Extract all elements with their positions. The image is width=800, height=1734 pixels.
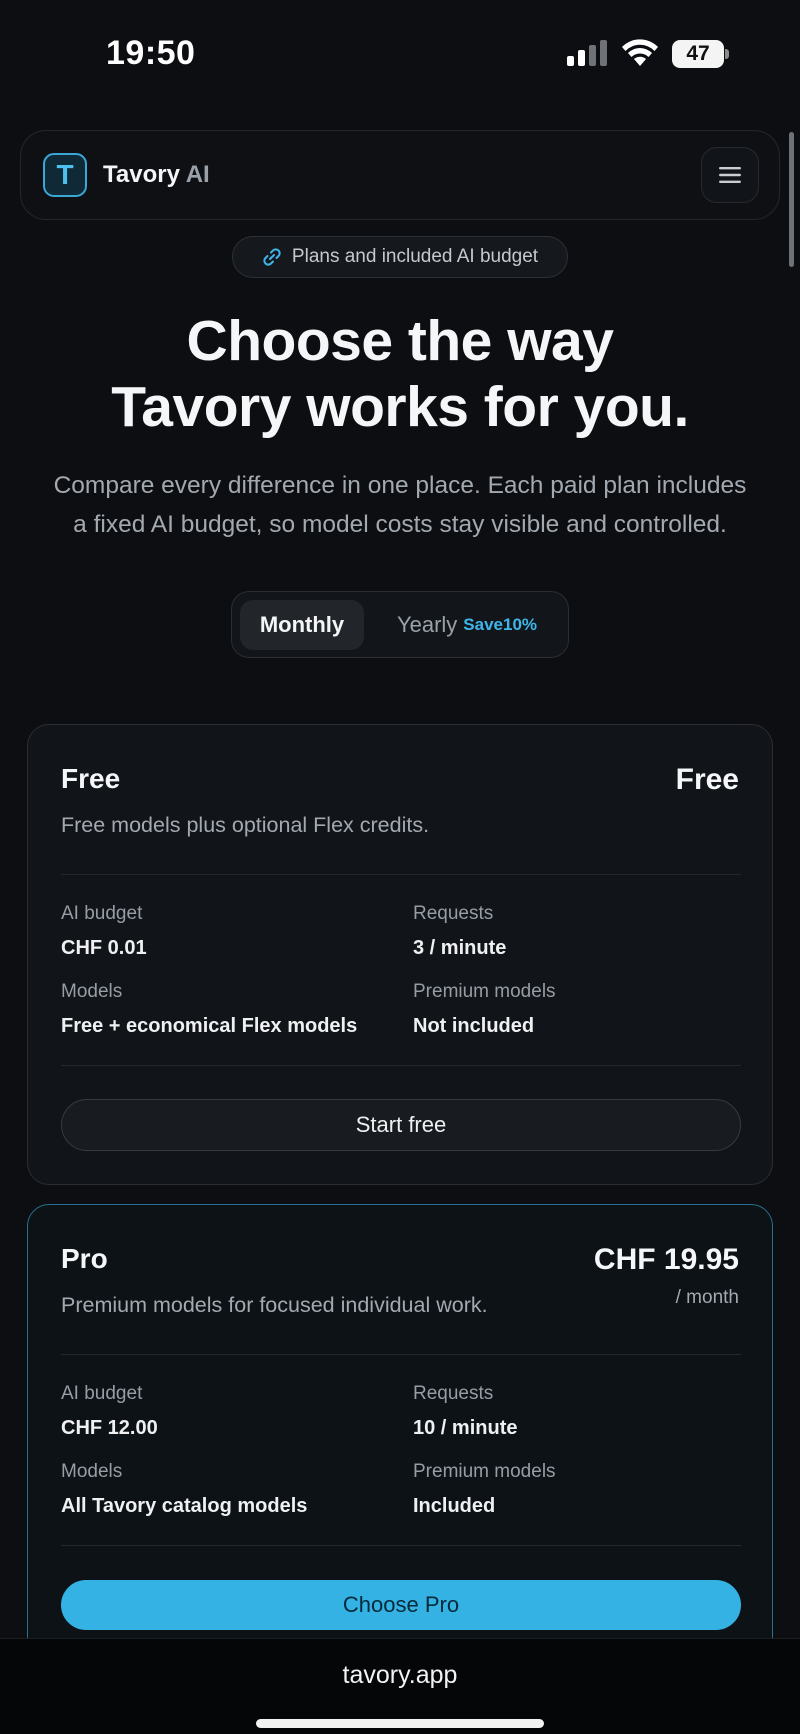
page-subtitle: Compare every difference in one place. E… <box>53 472 747 538</box>
top-navigation: T Tavory AI <box>20 130 780 220</box>
yearly-savings-label: Save10% <box>463 615 538 634</box>
logo-icon[interactable]: T <box>43 153 87 197</box>
battery-icon: 47 <box>672 40 729 68</box>
divider <box>61 1065 741 1066</box>
page-title: Choose the way Tavory works for you. <box>111 309 689 439</box>
plan-description: Free models plus optional Flex credits. <box>61 813 430 837</box>
plan-price: Free <box>675 763 739 796</box>
wifi-icon <box>622 39 658 66</box>
status-time: 19:50 <box>106 34 196 72</box>
screen: 19:50 47 T Tavory AI Plans and included … <box>0 0 800 1734</box>
choose-pro-button[interactable]: Choose Pro <box>61 1580 741 1630</box>
url-text[interactable]: tavory.app <box>0 1661 800 1690</box>
menu-button[interactable] <box>701 147 759 203</box>
plan-card-free: Free Free Free models plus optional Flex… <box>27 724 773 1185</box>
browser-url-bar[interactable]: tavory.app <box>0 1638 800 1734</box>
billing-toggle: Monthly Yearly Save10% <box>231 591 569 658</box>
battery-level: 47 <box>686 42 710 65</box>
cellular-signal-icon <box>567 40 607 66</box>
plan-period: / month <box>675 1287 739 1308</box>
spec-premium-models: Premium models Included <box>413 1461 556 1517</box>
spec-models: Models All Tavory catalog models <box>61 1461 308 1517</box>
badge-label: Plans and included AI budget <box>291 246 539 267</box>
spec-ai-budget: AI budget CHF 12.00 <box>61 1383 158 1439</box>
divider <box>61 1354 741 1355</box>
plan-name: Free <box>61 763 121 794</box>
billing-monthly-tab[interactable]: Monthly <box>240 600 364 650</box>
spec-premium-models: Premium models Not included <box>413 981 556 1037</box>
scrollbar[interactable] <box>789 132 794 267</box>
status-bar: 19:50 47 <box>0 0 800 110</box>
spec-ai-budget: AI budget CHF 0.01 <box>61 903 147 959</box>
spec-requests: Requests 10 / minute <box>413 1383 518 1439</box>
plan-description: Premium models for focused individual wo… <box>61 1293 488 1317</box>
divider <box>61 1545 741 1546</box>
plans-badge: Plans and included AI budget <box>232 236 568 278</box>
brand-name[interactable]: Tavory AI <box>103 161 210 189</box>
home-indicator[interactable] <box>256 1719 544 1728</box>
spec-requests: Requests 3 / minute <box>413 903 507 959</box>
plan-price: CHF 19.95 <box>593 1243 739 1276</box>
start-free-button[interactable]: Start free <box>61 1099 741 1151</box>
plan-name: Pro <box>61 1243 108 1274</box>
divider <box>61 874 741 875</box>
link-icon <box>263 248 281 266</box>
spec-models: Models Free + economical Flex models <box>61 981 358 1037</box>
yearly-label: Yearly <box>396 612 458 637</box>
billing-yearly-tab[interactable]: Yearly Save10% <box>372 600 562 650</box>
hamburger-menu-icon <box>719 167 741 183</box>
